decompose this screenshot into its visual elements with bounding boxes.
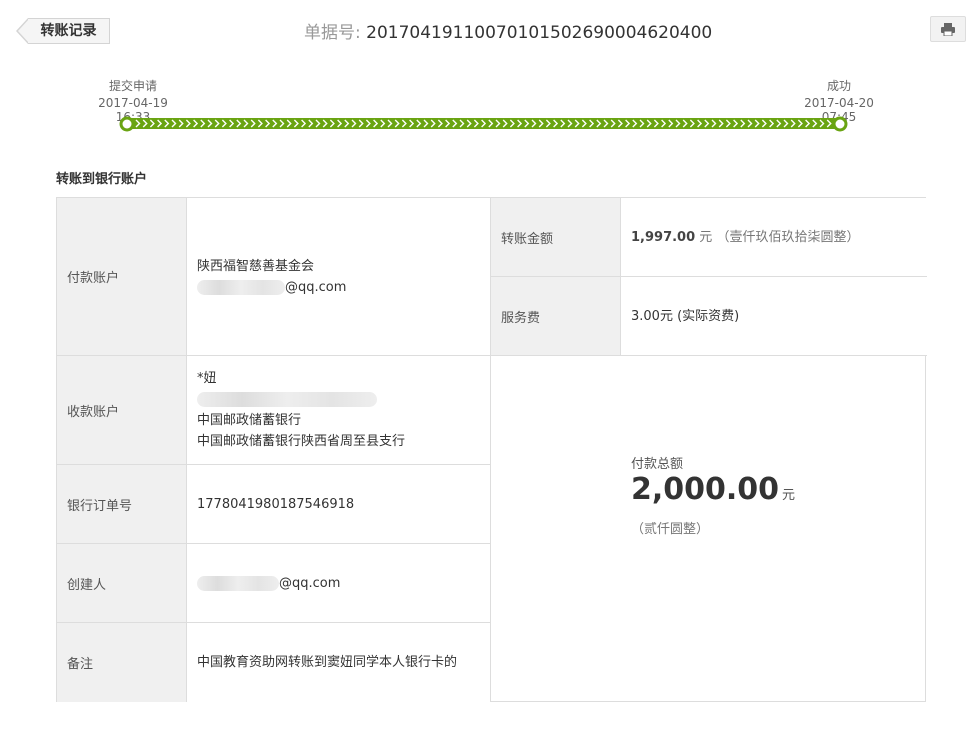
creator-value: @qq.com bbox=[187, 544, 491, 623]
total-amount-in-words: （贰仟圆整） bbox=[631, 522, 710, 537]
progress-track bbox=[119, 116, 848, 132]
payee-label: 收款账户 bbox=[57, 356, 187, 465]
amount-value: 1,997.00 元 （壹仟玖佰玖拾柒圆整） bbox=[621, 198, 927, 277]
payer-name: 陕西福智慈善基金会 bbox=[197, 258, 315, 274]
document-number-label: 单据号: bbox=[304, 23, 361, 43]
payer-value: 陕西福智慈善基金会 @qq.com bbox=[187, 198, 491, 356]
order-number-label: 银行订单号 bbox=[57, 465, 187, 544]
back-button-label: 转账记录 bbox=[28, 18, 110, 44]
payer-label: 付款账户 bbox=[57, 198, 187, 356]
total-amount-panel: 付款总额 2,000.00 元 （贰仟圆整） bbox=[491, 356, 925, 702]
redacted-text bbox=[197, 575, 279, 591]
payee-bank: 中国邮政储蓄银行 bbox=[197, 413, 302, 428]
note-value: 中国教育资助网转账到窦妞同学本人银行卡的 bbox=[187, 623, 491, 702]
redacted-text bbox=[197, 392, 377, 407]
payee-branch: 中国邮政储蓄银行陕西省周至县支行 bbox=[197, 434, 406, 449]
step-start-label: 提交申请 bbox=[108, 79, 157, 93]
printer-icon bbox=[941, 22, 955, 36]
order-number-value: 1778041980187546918 bbox=[187, 465, 491, 544]
payer-email: @qq.com bbox=[197, 277, 490, 298]
total-value: 2,000.00 元 bbox=[631, 472, 796, 507]
step-start-dot bbox=[119, 116, 135, 132]
total-label: 付款总额 bbox=[631, 457, 684, 472]
payee-value: *妞 中国邮政储蓄银行 中国邮政储蓄银行陕西省周至县支行 bbox=[187, 356, 491, 465]
note-label: 备注 bbox=[57, 623, 187, 702]
step-end-dot bbox=[832, 116, 848, 132]
fee-label: 服务费 bbox=[491, 277, 621, 356]
document-number: 单据号: 20170419110070101502690004620400 bbox=[304, 18, 712, 43]
section-title: 转账到银行账户 bbox=[56, 172, 148, 187]
transfer-details-table: 付款账户 陕西福智慈善基金会 @qq.com 收款账户 *妞 中国邮政储蓄银行 … bbox=[56, 197, 927, 702]
document-number-value: 20170419110070101502690004620400 bbox=[366, 23, 713, 43]
redacted-text bbox=[197, 279, 285, 295]
step-end-label: 成功 bbox=[826, 79, 851, 93]
amount-label: 转账金额 bbox=[491, 198, 621, 277]
fee-value: 3.00元 (实际资费) bbox=[621, 277, 927, 356]
back-button-transfer-records[interactable]: 转账记录 bbox=[16, 18, 110, 44]
payee-name: *妞 bbox=[197, 371, 217, 386]
creator-label: 创建人 bbox=[57, 544, 187, 623]
print-button[interactable] bbox=[930, 16, 966, 42]
